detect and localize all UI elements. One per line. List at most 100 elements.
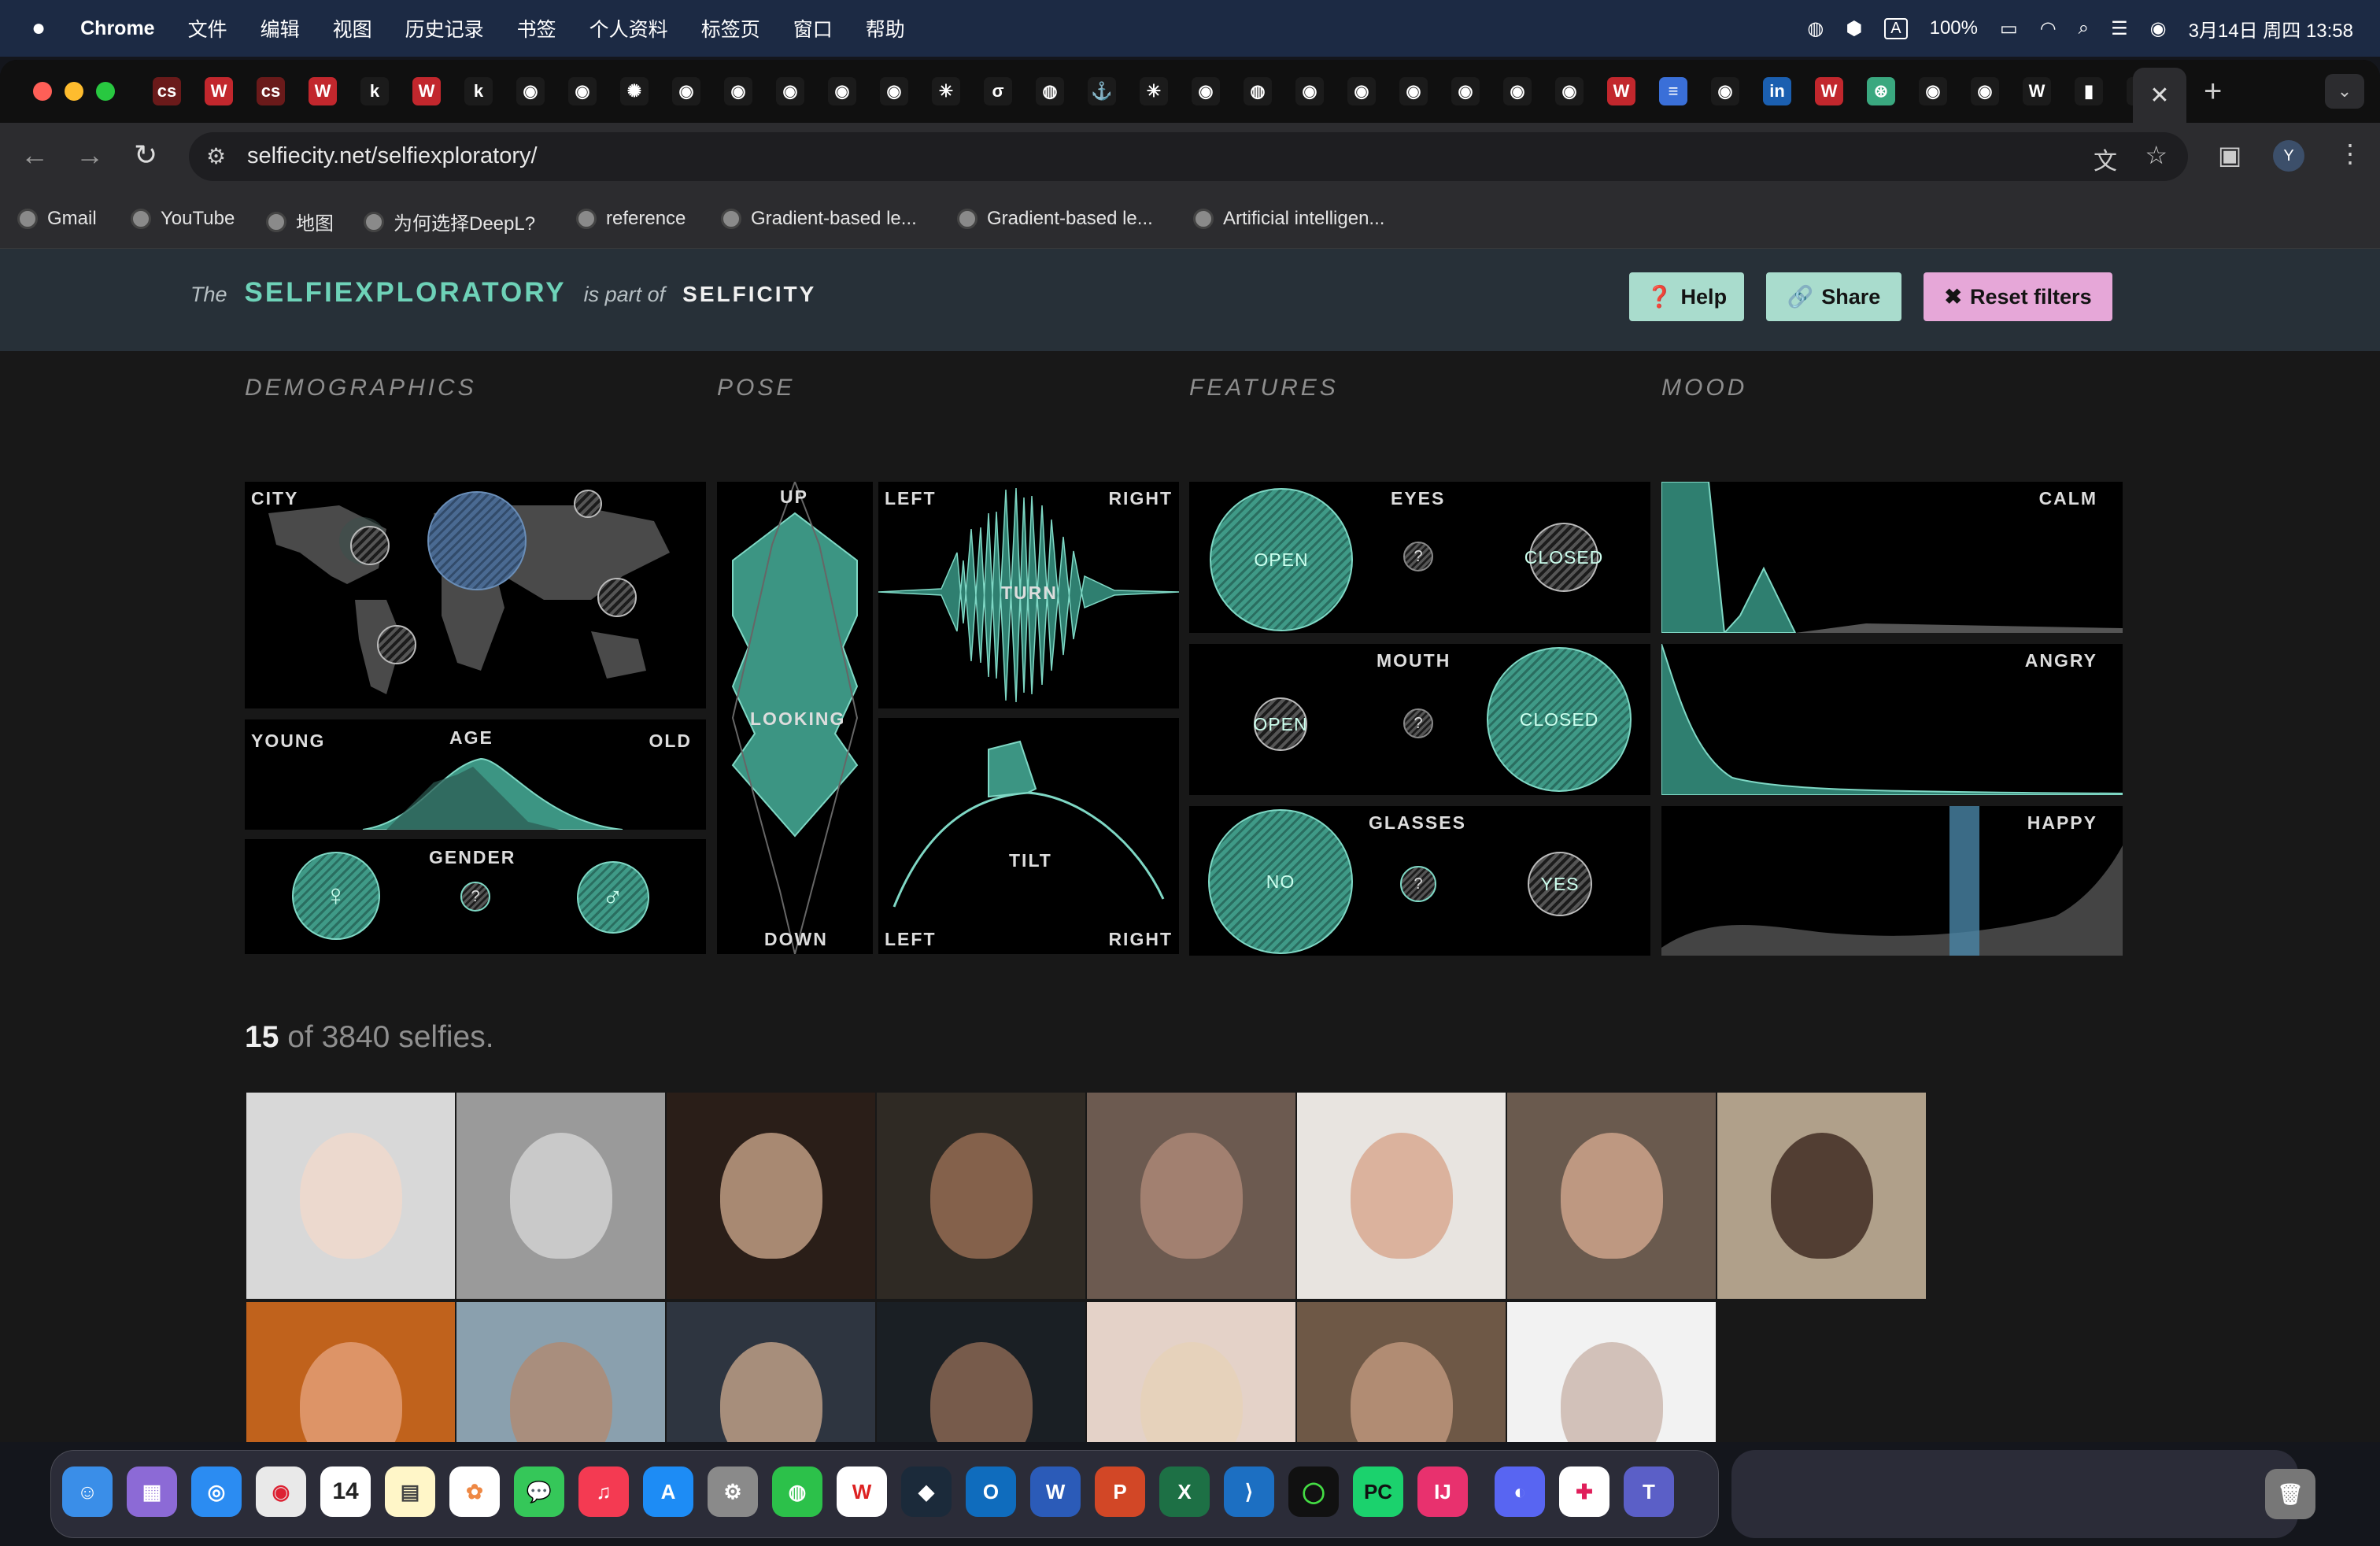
city-bubble-moscow[interactable] — [574, 490, 602, 518]
side-panel-icon[interactable]: ▣ — [2218, 140, 2241, 170]
menu-item[interactable]: 帮助 — [866, 14, 905, 43]
spark-icon[interactable]: ✺ — [620, 77, 649, 105]
url-text[interactable]: selfiecity.net/selfiexploratory/ — [247, 143, 538, 169]
selfie-thumbnail[interactable] — [456, 1302, 665, 1442]
app-store-icon[interactable]: A — [643, 1466, 693, 1517]
help-button[interactable]: ❓ Help — [1629, 272, 1744, 321]
chatgpt-icon[interactable]: ⊛ — [1867, 77, 1895, 105]
selfie-thumbnail[interactable] — [1087, 1093, 1295, 1299]
minimize-window-button[interactable] — [65, 82, 83, 101]
wechat-icon[interactable]: ◍ — [772, 1466, 822, 1517]
mouth-closed-bubble[interactable]: CLOSED — [1487, 647, 1632, 792]
selfie-thumbnail[interactable] — [1297, 1093, 1506, 1299]
glasses-yes-bubble[interactable]: YES — [1528, 852, 1592, 916]
zoom-window-button[interactable] — [96, 82, 115, 101]
eyes-unknown[interactable]: ? — [1403, 542, 1433, 571]
github-icon[interactable]: ◉ — [1399, 77, 1428, 105]
menu-item[interactable]: 个人资料 — [589, 14, 668, 43]
happy-panel[interactable]: HAPPY — [1661, 806, 2123, 956]
selfie-thumbnail[interactable] — [1087, 1302, 1295, 1442]
github-icon[interactable]: ◉ — [1347, 77, 1376, 105]
github-icon[interactable]: ◉ — [1555, 77, 1584, 105]
selfie-thumbnail[interactable] — [246, 1302, 455, 1442]
github-icon[interactable]: ◉ — [568, 77, 597, 105]
w-icon[interactable]: W — [1815, 77, 1843, 105]
eyes-panel[interactable]: EYES OPEN ? CLOSED — [1189, 482, 1650, 633]
gender-unknown[interactable]: ? — [460, 882, 490, 912]
siri-icon[interactable]: ◉ — [2150, 17, 2167, 40]
chrome-icon[interactable]: ◉ — [256, 1466, 306, 1517]
selfie-thumbnail[interactable] — [1297, 1302, 1506, 1442]
tab-search-button[interactable]: ⌄ — [2325, 74, 2364, 109]
trash-icon[interactable]: 🗑 — [2265, 1469, 2315, 1519]
globe-icon[interactable]: ◍ — [1036, 77, 1064, 105]
pose-updown-panel[interactable]: UP LOOKING DOWN — [717, 482, 873, 954]
eyes-closed-bubble[interactable]: CLOSED — [1524, 523, 1602, 592]
github-icon[interactable]: ◉ — [672, 77, 700, 105]
menu-item[interactable]: 视图 — [333, 14, 372, 43]
apple-icon[interactable]: ● — [31, 15, 46, 42]
vscode-icon[interactable]: ⟩ — [1224, 1466, 1274, 1517]
eyes-open-bubble[interactable]: OPEN — [1210, 488, 1353, 631]
launchpad-icon[interactable]: ▦ — [127, 1466, 177, 1517]
notes-icon[interactable]: ▤ — [385, 1466, 435, 1517]
close-tab-icon[interactable]: ✕ — [2149, 82, 2169, 109]
bookmark-youtube[interactable]: YouTube — [131, 208, 235, 230]
cs-icon[interactable]: cs — [257, 77, 285, 105]
excel-icon[interactable]: X — [1159, 1466, 1210, 1517]
finder-icon[interactable]: ☺ — [62, 1466, 113, 1517]
github-icon[interactable]: ◉ — [1503, 77, 1532, 105]
bookmark-reference[interactable]: reference — [576, 208, 686, 230]
anchor-icon[interactable]: ⚓ — [1088, 77, 1116, 105]
input-method-icon[interactable]: A — [1884, 17, 1908, 39]
w-icon[interactable]: W — [412, 77, 441, 105]
menu-item[interactable]: 标签页 — [701, 14, 760, 43]
menu-app-name[interactable]: Chrome — [80, 17, 154, 40]
gender-panel[interactable]: GENDER ♀ ? ♂ — [245, 839, 706, 954]
github-icon[interactable]: ◉ — [724, 77, 752, 105]
sigma-icon[interactable]: σ — [984, 77, 1012, 105]
city-bubble-saopaulo[interactable] — [377, 625, 416, 664]
w-icon[interactable]: W — [309, 77, 337, 105]
dock-recent-windows[interactable] — [1731, 1450, 2298, 1538]
selfie-thumbnail[interactable] — [1717, 1093, 1926, 1299]
github-icon[interactable]: ◉ — [1295, 77, 1324, 105]
bookmark-gradient-1[interactable]: Gradient-based le... — [721, 208, 917, 230]
github-icon[interactable]: ◉ — [1192, 77, 1220, 105]
selfie-thumbnail[interactable] — [667, 1302, 875, 1442]
clock[interactable]: 3月14日 周四 13:58 — [2189, 15, 2353, 43]
asterisk-icon[interactable]: ✳ — [1140, 77, 1168, 105]
w-icon[interactable]: W — [2023, 77, 2051, 105]
github-icon[interactable]: ◉ — [880, 77, 908, 105]
new-tab-button[interactable]: + — [2204, 74, 2222, 109]
calendar-icon[interactable]: 14 — [320, 1466, 371, 1517]
word-icon[interactable]: W — [1030, 1466, 1081, 1517]
pycharm-icon[interactable]: PC — [1353, 1466, 1403, 1517]
menu-item[interactable]: 窗口 — [793, 14, 833, 43]
menu-item[interactable]: 文件 — [188, 14, 227, 43]
k-icon[interactable]: k — [464, 77, 493, 105]
linkedin-icon[interactable]: in — [1763, 77, 1791, 105]
powerpoint-icon[interactable]: P — [1095, 1466, 1145, 1517]
slack-icon[interactable]: ✚ — [1559, 1466, 1609, 1517]
bookmark-gradient-2[interactable]: Gradient-based le... — [957, 208, 1153, 230]
github-icon[interactable]: ◉ — [1919, 77, 1947, 105]
menu-item[interactable]: 书签 — [517, 14, 556, 43]
wechat-status-icon[interactable]: ◍ — [1807, 17, 1824, 40]
wifi-icon[interactable]: ◠ — [2040, 17, 2057, 40]
active-tab[interactable]: ✕ — [2133, 68, 2186, 123]
city-map-panel[interactable]: CITY — [245, 482, 706, 708]
control-center-icon[interactable]: ☰ — [2111, 17, 2128, 40]
github-icon[interactable]: ◉ — [1971, 77, 1999, 105]
messages-icon[interactable]: 💬 — [514, 1466, 564, 1517]
glasses-panel[interactable]: GLASSES NO ? YES — [1189, 806, 1650, 956]
shield-status-icon[interactable]: ⬢ — [1846, 17, 1862, 40]
turn-panel[interactable]: LEFT RIGHT TURN — [878, 482, 1179, 708]
profile-avatar[interactable]: Y — [2273, 140, 2304, 172]
share-button[interactable]: 🔗 Share — [1766, 272, 1901, 321]
battery-icon[interactable]: ▭ — [2000, 17, 2018, 40]
more-menu-icon[interactable]: ⋮ — [2338, 139, 2363, 168]
globe-icon[interactable]: ◍ — [1244, 77, 1272, 105]
brand-name[interactable]: SELFIEXPLORATORY — [245, 277, 567, 309]
glasses-no-bubble[interactable]: NO — [1208, 809, 1353, 954]
